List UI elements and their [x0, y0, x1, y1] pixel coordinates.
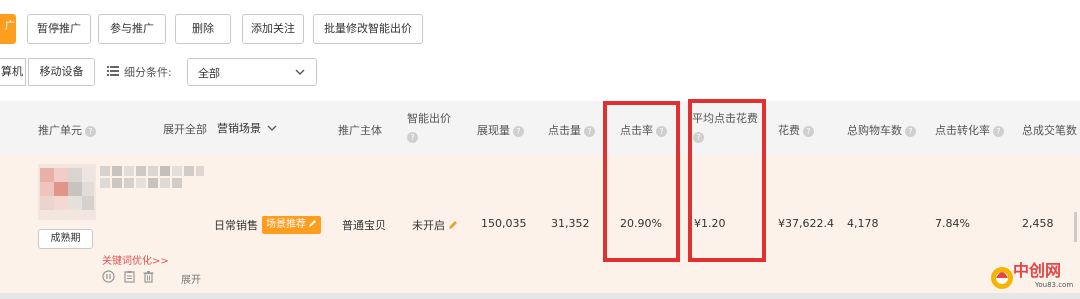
- chevron-down-icon: [295, 69, 305, 75]
- help-icon[interactable]: ?: [905, 125, 916, 137]
- product-thumbnail: [38, 164, 96, 220]
- filter-select[interactable]: 全部: [187, 58, 317, 86]
- cell-subject: 普通宝贝: [342, 219, 386, 232]
- ctr-highlight-box: [603, 101, 680, 262]
- promote-tab[interactable]: 广: [0, 14, 16, 44]
- cell-scene: 日常销售: [214, 219, 258, 232]
- horizontal-scroll-indicator[interactable]: [1074, 212, 1077, 242]
- join-promotion-button[interactable]: 参与推广: [98, 14, 166, 44]
- list-filter-icon: [107, 66, 119, 76]
- clipboard-icon[interactable]: [123, 270, 136, 283]
- cell-cvr: 7.84%: [935, 217, 970, 230]
- filter-label: 细分条件:: [124, 66, 172, 79]
- batch-edit-smart-bid-button[interactable]: 批量修改智能出价: [313, 14, 423, 44]
- add-follow-button[interactable]: 添加关注: [242, 14, 304, 44]
- table-header: [0, 101, 1080, 155]
- promote-tab-label: 广: [5, 21, 15, 32]
- header-cart: 总购物车数?: [847, 122, 916, 138]
- header-clicks: 点击量?: [548, 122, 595, 138]
- stage-badge[interactable]: 成熟期: [38, 229, 93, 249]
- header-subject: 推广主体: [338, 124, 382, 137]
- header-unit: 推广单元?: [38, 122, 96, 138]
- header-cost: 花费?: [778, 122, 814, 138]
- pause-promotion-button[interactable]: 暂停推广: [27, 14, 91, 44]
- help-icon[interactable]: ?: [803, 125, 814, 137]
- header-orders: 总成交笔数: [1022, 124, 1077, 137]
- filter-select-value: 全部: [198, 67, 220, 80]
- help-icon[interactable]: ?: [993, 125, 1004, 137]
- cpc-highlight-box: [688, 99, 766, 262]
- cell-cost: ¥37,622.4: [778, 217, 834, 230]
- pencil-icon: [309, 220, 316, 227]
- pause-icon[interactable]: [102, 270, 115, 283]
- device-pc-tab[interactable]: 算机: [0, 58, 26, 86]
- help-icon[interactable]: ?: [584, 125, 595, 137]
- cell-cart: 4,178: [847, 217, 879, 230]
- chevron-down-icon: [267, 125, 277, 131]
- header-smart-bid: 智能出价: [407, 112, 451, 125]
- pencil-icon[interactable]: [448, 220, 458, 230]
- device-mobile-tab[interactable]: 移动设备: [28, 58, 95, 86]
- row-divider: [0, 293, 1080, 299]
- delete-button[interactable]: 删除: [175, 14, 231, 44]
- watermark-sub: You83.com: [1035, 281, 1074, 289]
- cell-clicks: 31,352: [551, 217, 590, 230]
- watermark-title: 中创网: [1013, 261, 1062, 280]
- trash-icon[interactable]: [142, 270, 155, 283]
- keyword-optimize-link[interactable]: 关键词优化>>: [102, 252, 169, 267]
- help-icon[interactable]: ?: [407, 132, 418, 143]
- product-title-blurred: [100, 166, 204, 188]
- cell-smart-bid: 未开启: [412, 217, 458, 233]
- cell-orders: 2,458: [1022, 217, 1054, 230]
- expand-all-link[interactable]: 展开全部: [163, 121, 207, 137]
- help-icon[interactable]: ?: [513, 125, 524, 137]
- scene-recommend-badge[interactable]: 场景推荐: [262, 216, 321, 234]
- header-impressions: 展现量?: [477, 122, 524, 138]
- header-cvr: 点击转化率?: [935, 122, 1004, 138]
- help-icon[interactable]: ?: [85, 125, 96, 137]
- row-expand-link[interactable]: 展开: [181, 271, 201, 286]
- header-scene[interactable]: 营销场景: [217, 120, 278, 136]
- cell-impressions: 150,035: [481, 217, 527, 230]
